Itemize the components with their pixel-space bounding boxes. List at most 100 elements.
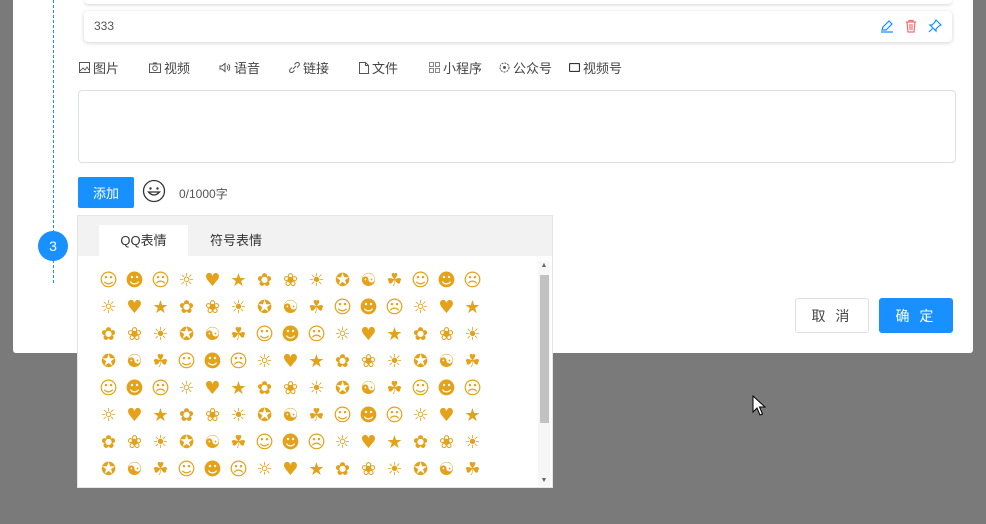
emoji-icon[interactable]: ☺ (409, 269, 432, 292)
emoji-icon[interactable]: ☀ (383, 458, 406, 481)
emoji-icon[interactable]: ✿ (409, 323, 432, 346)
emoji-icon[interactable]: ☺ (331, 296, 354, 319)
toolbar-voice[interactable]: 语音 (219, 58, 289, 77)
emoji-icon[interactable]: ☻ (123, 377, 146, 400)
emoji-icon[interactable]: ❀ (435, 431, 458, 454)
emoji-icon[interactable]: ☀ (461, 431, 484, 454)
emoji-icon[interactable]: ☯ (123, 458, 146, 481)
toolbar-video[interactable]: 视频 (149, 58, 219, 77)
emoji-icon[interactable]: ★ (383, 431, 406, 454)
emoji-icon[interactable]: ✪ (97, 458, 120, 481)
emoji-icon[interactable]: ✪ (331, 269, 354, 292)
tab-symbol-emoji[interactable]: 符号表情 (190, 225, 282, 256)
emoji-icon[interactable]: ★ (227, 269, 250, 292)
emoji-icon[interactable]: ☹ (461, 269, 484, 292)
emoji-icon[interactable]: ★ (149, 404, 172, 427)
emoji-icon[interactable]: ☺ (409, 377, 432, 400)
emoji-icon[interactable]: ☻ (279, 431, 302, 454)
toolbar-miniprogram[interactable]: 小程序 (429, 58, 499, 77)
emoji-icon[interactable]: ❀ (201, 404, 224, 427)
emoji-icon[interactable]: ☀ (227, 296, 250, 319)
emoji-icon[interactable]: ☹ (305, 323, 328, 346)
emoji-icon[interactable]: ★ (461, 404, 484, 427)
emoji-icon[interactable]: ❀ (123, 323, 146, 346)
emoji-icon[interactable]: ☻ (435, 377, 458, 400)
emoji-icon[interactable]: ✪ (175, 431, 198, 454)
emoji-icon[interactable]: ✪ (409, 350, 432, 373)
emoji-icon[interactable]: ❀ (279, 377, 302, 400)
emoji-icon[interactable]: ★ (305, 350, 328, 373)
emoji-icon[interactable]: ♥ (279, 350, 302, 373)
scroll-up-arrow-icon[interactable]: ▲ (538, 261, 550, 271)
tab-qq-emoji[interactable]: QQ表情 (99, 225, 188, 256)
emoji-icon[interactable]: ✿ (409, 431, 432, 454)
emoji-icon[interactable]: ☯ (201, 323, 224, 346)
emoji-icon[interactable]: ☘ (383, 377, 406, 400)
emoji-icon[interactable]: ☻ (279, 323, 302, 346)
emoji-icon[interactable]: ☹ (149, 377, 172, 400)
emoji-icon[interactable]: ☀ (149, 323, 172, 346)
emoji-icon[interactable]: ☼ (409, 404, 432, 427)
emoji-icon[interactable]: ✪ (253, 404, 276, 427)
emoji-icon[interactable]: ☼ (175, 377, 198, 400)
emoji-icon[interactable]: ☻ (357, 296, 380, 319)
emoji-icon[interactable]: ☯ (357, 269, 380, 292)
emoji-icon[interactable]: ☀ (149, 431, 172, 454)
emoji-icon[interactable]: ★ (149, 296, 172, 319)
emoji-icon[interactable]: ❀ (357, 458, 380, 481)
emoji-icon[interactable]: ☯ (123, 350, 146, 373)
emoji-icon[interactable]: ☀ (461, 323, 484, 346)
emoji-icon[interactable]: ♥ (123, 404, 146, 427)
emoji-icon[interactable]: ☯ (435, 350, 458, 373)
toolbar-channels[interactable]: 视频号 (569, 58, 639, 77)
emoji-icon[interactable]: ☼ (97, 296, 120, 319)
emoji-icon[interactable]: ☯ (435, 458, 458, 481)
emoji-icon[interactable]: ☼ (409, 296, 432, 319)
cancel-button[interactable]: 取 消 (795, 298, 869, 333)
emoji-icon[interactable]: ★ (461, 296, 484, 319)
emoji-icon[interactable]: ☘ (461, 350, 484, 373)
emoji-icon[interactable]: ✿ (253, 269, 276, 292)
emoji-icon[interactable]: ☺ (175, 458, 198, 481)
add-button[interactable]: 添加 (78, 177, 134, 208)
emoji-icon[interactable]: ☯ (279, 404, 302, 427)
emoji-icon[interactable]: ☻ (435, 269, 458, 292)
emoji-icon[interactable]: ☹ (227, 458, 250, 481)
emoji-icon[interactable]: ♥ (435, 404, 458, 427)
emoji-icon[interactable]: ☺ (97, 377, 120, 400)
toolbar-official-account[interactable]: 公众号 (499, 58, 569, 77)
emoji-icon[interactable]: ☺ (331, 404, 354, 427)
emoji-icon[interactable]: ✿ (253, 377, 276, 400)
emoji-icon[interactable]: ☀ (305, 269, 328, 292)
emoji-icon[interactable]: ☻ (357, 404, 380, 427)
emoji-icon[interactable]: ✪ (97, 350, 120, 373)
emoji-icon[interactable]: ♥ (201, 269, 224, 292)
emoji-icon[interactable]: ☘ (227, 323, 250, 346)
emoji-icon[interactable]: ☘ (461, 458, 484, 481)
emoji-icon[interactable]: ♥ (201, 377, 224, 400)
emoji-icon[interactable]: ★ (383, 323, 406, 346)
emoji-icon[interactable]: ☼ (97, 404, 120, 427)
emoji-icon[interactable]: ☺ (175, 350, 198, 373)
emoji-icon[interactable]: ✪ (175, 323, 198, 346)
emoji-icon[interactable]: ♥ (357, 323, 380, 346)
emoji-icon[interactable]: ☘ (149, 458, 172, 481)
emoji-icon[interactable]: ✪ (331, 377, 354, 400)
emoji-icon[interactable]: ✪ (409, 458, 432, 481)
pin-icon[interactable] (928, 18, 943, 33)
emoji-icon[interactable]: ☹ (149, 269, 172, 292)
emoji-icon[interactable]: ✿ (331, 458, 354, 481)
emoji-icon[interactable]: ☹ (383, 404, 406, 427)
emoji-icon[interactable]: ☹ (227, 350, 250, 373)
emoji-icon[interactable]: ✿ (97, 323, 120, 346)
emoji-icon[interactable]: ♥ (123, 296, 146, 319)
emoji-icon[interactable]: ☹ (461, 377, 484, 400)
emoji-icon[interactable]: ☼ (253, 350, 276, 373)
emoji-icon[interactable]: ☯ (201, 431, 224, 454)
emoji-icon[interactable]: ✪ (253, 296, 276, 319)
emoji-icon[interactable]: ☯ (279, 296, 302, 319)
scrollbar-thumb[interactable] (540, 275, 549, 423)
emoji-icon[interactable]: ♥ (435, 296, 458, 319)
emoji-icon[interactable]: ☺ (97, 269, 120, 292)
emoji-icon[interactable]: ★ (227, 377, 250, 400)
